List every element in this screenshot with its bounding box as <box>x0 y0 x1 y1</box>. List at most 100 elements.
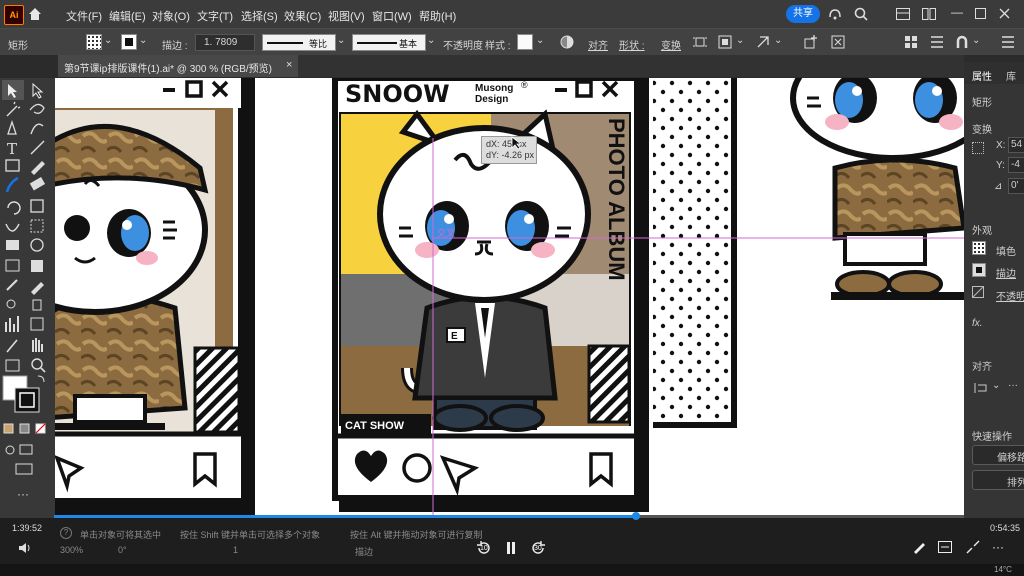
learn-icon[interactable] <box>828 7 842 21</box>
arrange-documents-icon[interactable] <box>922 8 936 20</box>
chevron-down-icon[interactable]: ⌄ <box>427 35 435 46</box>
home-icon[interactable] <box>28 7 42 21</box>
menu-help[interactable]: 帮助(H) <box>419 8 456 24</box>
more-tools-icon[interactable]: ··· <box>17 487 29 501</box>
status-mode[interactable]: 描边 <box>355 545 373 558</box>
magnet-icon[interactable] <box>955 35 969 49</box>
artboard-page[interactable]: 1 <box>233 545 238 555</box>
menu-object[interactable]: 对象(O) <box>152 8 190 24</box>
line-tool-icon[interactable] <box>30 140 45 155</box>
opacity-label[interactable]: 不透明度 <box>443 37 483 52</box>
screen-mode-icon[interactable] <box>19 444 33 455</box>
align-label[interactable]: 对齐 <box>588 37 608 52</box>
color-mode-icon[interactable] <box>3 423 14 434</box>
dotted-strip[interactable] <box>653 78 737 428</box>
artboard-canvas[interactable]: E SNOOW Musong Design ® PHOTO ALBUM CAT … <box>55 78 964 518</box>
blend-tool-icon[interactable] <box>6 299 16 309</box>
eraser-tool-icon[interactable] <box>29 177 46 191</box>
rotate-tool-icon[interactable] <box>7 201 21 215</box>
expand-icon[interactable] <box>831 35 845 49</box>
lasso-tool-icon[interactable] <box>29 103 45 114</box>
left-album-card[interactable] <box>55 78 255 518</box>
print-tiling-tool-icon[interactable] <box>5 359 20 372</box>
fill-swatch[interactable] <box>86 34 102 50</box>
right-cat-illustration[interactable] <box>790 78 964 300</box>
chevron-down-icon[interactable]: ⌄ <box>972 35 980 46</box>
panel-menu-icon[interactable] <box>1001 36 1015 48</box>
stroke-color-box[interactable] <box>14 387 40 413</box>
offset-path-button[interactable]: 偏移路 <box>972 445 1024 465</box>
menu-type[interactable]: 文字(T) <box>197 8 233 24</box>
chevron-down-icon[interactable]: ⌄ <box>774 35 782 46</box>
fill-label[interactable]: 填色 <box>996 243 1016 258</box>
variable-width-profile[interactable]: 等比 <box>262 34 336 51</box>
shape-builder-tool-icon[interactable] <box>6 240 19 250</box>
pen-tool-icon[interactable] <box>7 119 17 135</box>
column-graph-tool-icon[interactable] <box>5 316 19 332</box>
add-point-icon[interactable] <box>804 35 818 49</box>
stroke-swatch[interactable] <box>972 263 986 277</box>
progress-track[interactable] <box>54 512 964 520</box>
subtitle-icon[interactable] <box>938 541 952 553</box>
swap-fill-stroke-icon[interactable] <box>37 375 45 383</box>
reference-point-icon[interactable] <box>972 142 984 154</box>
workspace-icon[interactable] <box>896 8 910 20</box>
rotate-input[interactable]: 0' <box>1008 178 1024 194</box>
type-tool-icon[interactable]: T <box>7 140 17 158</box>
curvature-tool-icon[interactable] <box>30 123 44 135</box>
chevron-down-icon[interactable]: ⌄ <box>736 35 744 46</box>
rectangle-tool-icon[interactable] <box>5 159 20 172</box>
close-tab-icon[interactable]: × <box>286 59 292 71</box>
maximize-button[interactable] <box>975 8 986 19</box>
mesh-tool-icon[interactable] <box>31 260 43 272</box>
fullscreen-exit-icon[interactable] <box>966 540 980 554</box>
app-logo[interactable]: Ai <box>4 5 24 25</box>
align-to-selection-icon[interactable] <box>693 35 707 49</box>
live-paint-tool-icon[interactable] <box>30 238 44 252</box>
width-tool-icon[interactable] <box>5 223 20 232</box>
help-icon[interactable]: ? <box>60 527 72 539</box>
volume-icon[interactable] <box>18 542 32 554</box>
minimize-button[interactable]: — <box>951 5 963 19</box>
tab-libraries[interactable]: 库 <box>1006 68 1016 83</box>
isolate-icon[interactable] <box>718 35 732 49</box>
direct-selection-tool-icon[interactable] <box>32 82 44 99</box>
close-window-button[interactable] <box>999 8 1010 19</box>
chevron-down-icon[interactable]: ⌄ <box>337 35 345 46</box>
distribute-icon[interactable] <box>930 35 944 49</box>
gradient-mode-icon[interactable] <box>19 423 30 434</box>
symbol-sprayer-tool-icon[interactable] <box>32 299 42 311</box>
brush-definition[interactable]: 基本 <box>352 34 426 51</box>
menu-view[interactable]: 视图(V) <box>328 8 365 24</box>
recolor-icon[interactable] <box>560 35 574 49</box>
shape-mode-icon[interactable] <box>756 35 770 49</box>
more-options-icon[interactable]: ··· <box>1008 380 1018 391</box>
progress-handle[interactable] <box>632 512 641 520</box>
draw-mode-icon[interactable] <box>5 445 15 455</box>
shape-label[interactable]: 形状 : <box>619 37 645 52</box>
stroke-swatch[interactable] <box>121 34 137 50</box>
menu-select[interactable]: 选择(S) <box>241 8 278 24</box>
menu-file[interactable]: 文件(F) <box>66 8 102 24</box>
rotation-angle[interactable]: 0° <box>118 545 127 555</box>
menu-edit[interactable]: 编辑(E) <box>109 8 146 24</box>
tab-properties[interactable]: 属性 <box>972 68 992 83</box>
document-tab[interactable]: 第9节课ip排版课件(1).ai* @ 300 % (RGB/预览) × <box>58 55 298 77</box>
perspective-grid-tool-icon[interactable] <box>5 259 20 272</box>
slice-tool-icon[interactable] <box>6 339 18 353</box>
grid-layout-icon[interactable] <box>904 35 918 49</box>
fill-swatch[interactable] <box>972 241 986 255</box>
eyedropper-tool-icon[interactable] <box>31 282 44 295</box>
more-icon[interactable]: ··· <box>992 540 1004 554</box>
magic-wand-tool-icon[interactable] <box>6 101 21 117</box>
artboard-tool-icon[interactable] <box>30 317 44 331</box>
chevron-down-icon[interactable]: ⌄ <box>104 35 112 46</box>
style-swatch[interactable] <box>517 34 533 50</box>
fx-button[interactable]: fx. <box>972 318 983 329</box>
pause-icon[interactable] <box>506 541 516 555</box>
scale-tool-icon[interactable] <box>30 199 44 213</box>
stroke-weight-field[interactable]: 1. 7809 <box>195 34 255 51</box>
chevron-down-icon[interactable]: ⌄ <box>139 35 147 46</box>
transform-label[interactable]: 变换 <box>661 37 681 52</box>
share-button[interactable]: 共享 <box>786 5 820 23</box>
